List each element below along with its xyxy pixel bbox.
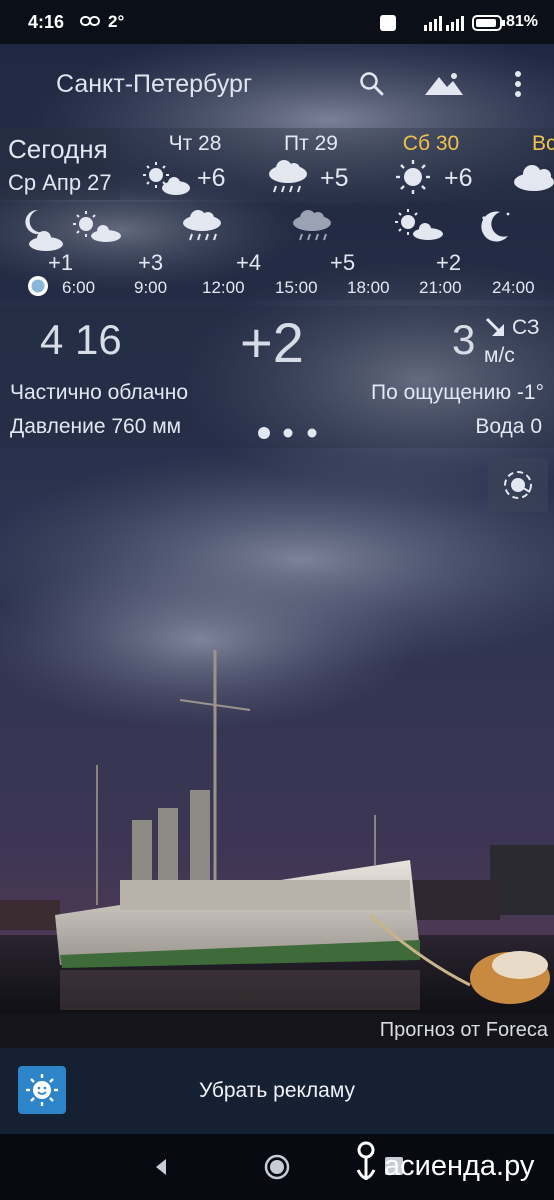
search-button[interactable] [352,64,392,104]
rain-icon [266,158,310,201]
current-temp: +2 [240,311,304,374]
status-bar: 4:16 2° 81% [0,0,554,44]
link-icon [80,14,100,33]
partly-cloudy-icon [142,160,192,201]
today-date: Ср Апр 27 [8,170,112,195]
pressure: Давление 760 мм [10,415,182,438]
wind-direction-arrow-icon [484,316,508,345]
current-time: 4 16 [40,316,122,363]
day-sun-label[interactable]: Вс [532,132,554,156]
day-sat[interactable]: Сб 30 [376,132,486,156]
home-circle-icon [264,1154,290,1180]
radar-sun-icon [504,471,532,499]
sun-icon [394,158,432,201]
menu-button[interactable] [498,64,538,104]
day-temp: +6 [197,164,226,192]
feels-like: По ощущению -1° [370,381,544,404]
hour-time: 24:00 [492,278,535,297]
hour-time: 9:00 [134,278,168,297]
day-label: Пт 29 [284,132,338,155]
back-triangle-icon [156,1159,166,1175]
home-button[interactable] [263,1153,291,1181]
back-button[interactable] [148,1154,174,1180]
rain-icon [180,208,224,249]
hour-temp: +2 [436,250,462,275]
day-label: Сб 30 [402,132,460,155]
day-temp: +5 [320,164,349,192]
hour-time: 21:00 [419,278,462,297]
wind-speed: 3 [452,316,476,363]
page-indicator[interactable] [256,426,322,445]
forecast-credit[interactable]: Прогноз от Foreca [380,1019,548,1042]
battery-icon [472,14,506,37]
sun-cloud-icon [394,208,446,247]
current-time-marker-icon [26,274,50,303]
signal-icon [380,14,468,37]
water-temp: Вода 0 [475,415,542,438]
day-label: Чт 28 [168,132,222,155]
moon-stars-icon [474,206,514,251]
remove-ads-label[interactable]: Убрать рекламу [0,1079,554,1103]
status-time: 4:16 [28,12,65,32]
radar-button[interactable] [488,458,548,512]
hour-temp: +3 [138,250,164,275]
watermark-text: асиенда.ру [384,1150,535,1182]
wind-direction: СЗ [512,316,540,339]
cloud-icon [512,162,554,197]
background-button[interactable] [420,64,468,104]
hour-temp: +5 [330,250,356,275]
watermark-logo-icon [352,1140,380,1197]
rain-icon-dim [290,208,334,249]
city-name[interactable]: Санкт-Петербург [56,70,252,99]
hour-time: 15:00 [275,278,318,297]
hour-temp: +4 [236,250,262,275]
landscape-icon [425,73,463,95]
more-vert-icon [515,71,521,97]
hour-time: 6:00 [62,278,96,297]
search-icon [360,72,384,96]
hour-time: 18:00 [347,278,390,297]
battery-percent: 81% [505,13,538,30]
day-fri[interactable]: Пт 29 [256,132,366,156]
sun-cloud-icon [72,210,124,249]
day-thu[interactable]: Чт 28 [140,132,250,156]
hour-temp: +1 [48,250,74,275]
hour-time: 12:00 [202,278,245,297]
condition-text: Частично облачно [10,381,189,404]
wind-unit: м/с [484,344,515,367]
status-notification: 2° [108,12,125,31]
day-temp: +6 [444,164,473,192]
today-label: Сегодня [8,134,108,164]
